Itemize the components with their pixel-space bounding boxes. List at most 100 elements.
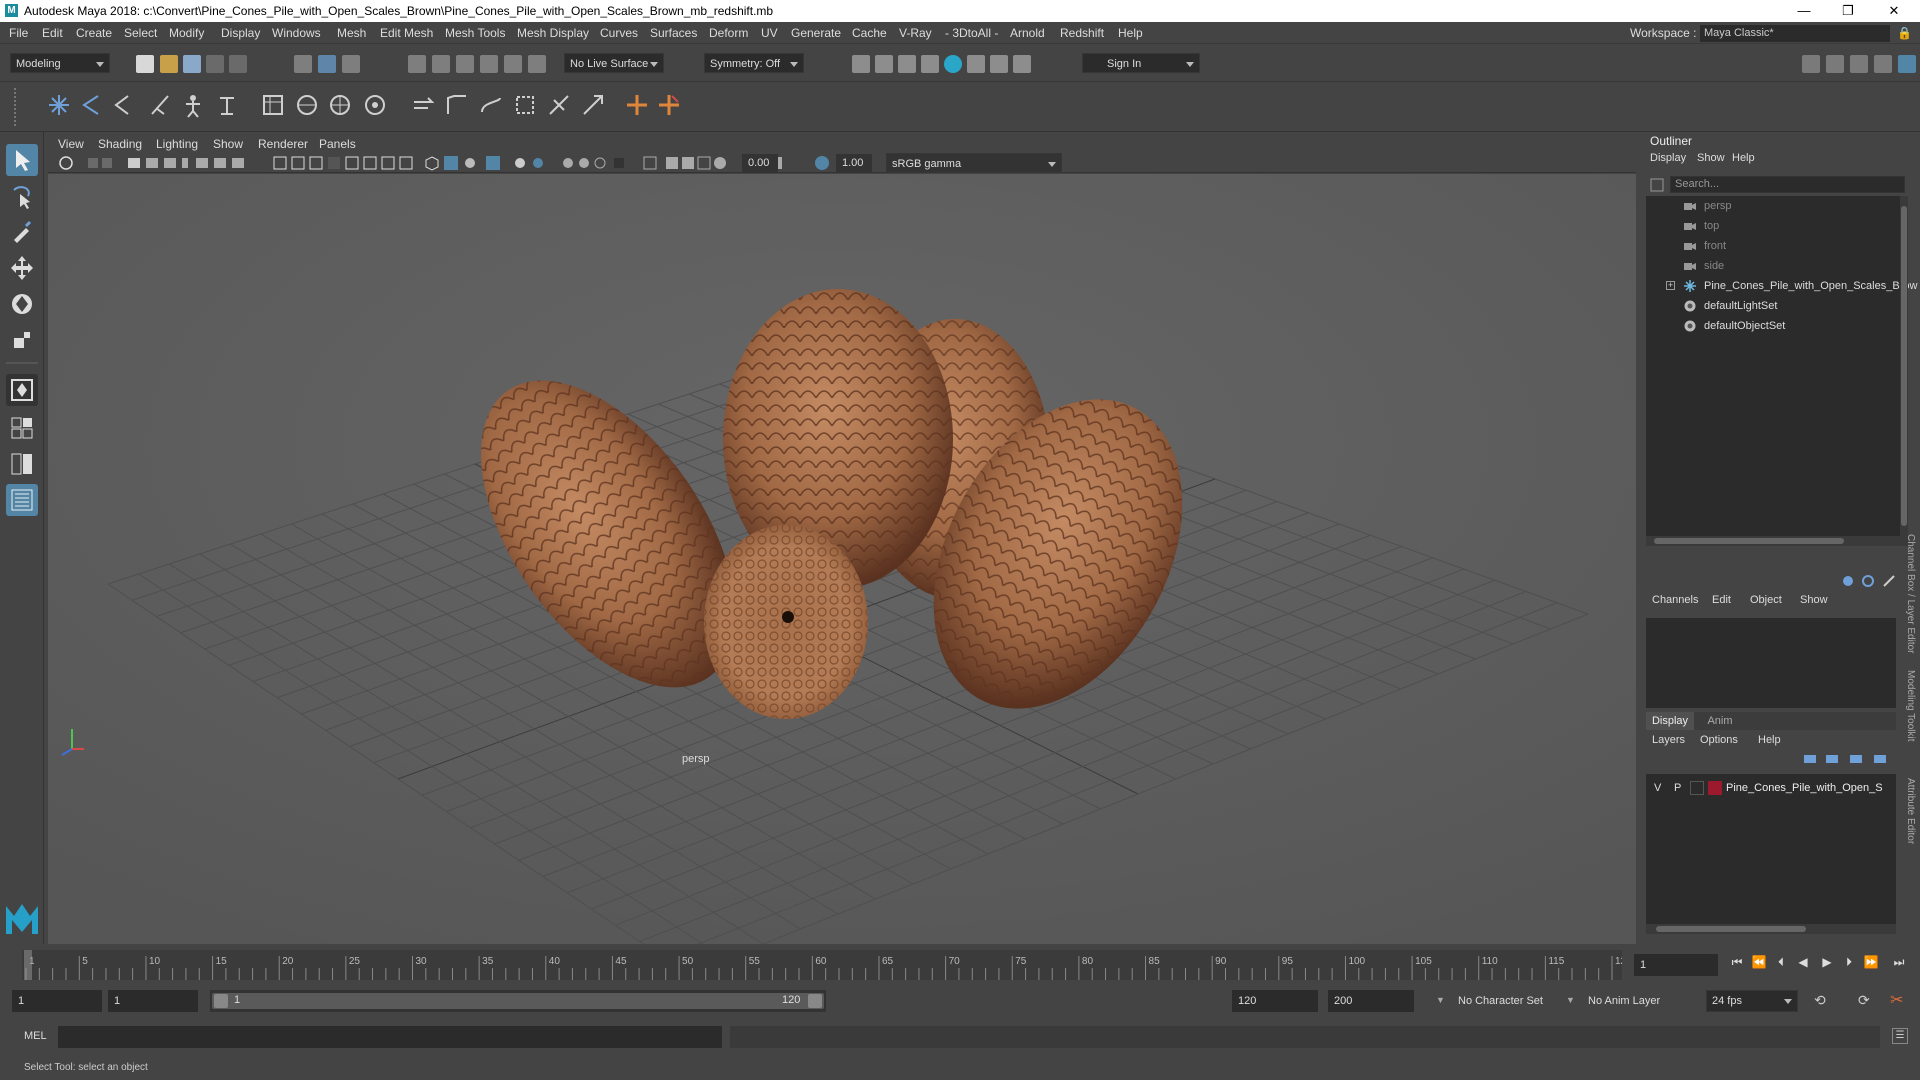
menu-create[interactable]: Create — [76, 26, 112, 40]
side-tab-modeling-toolkit[interactable]: Modeling Toolkit — [1905, 670, 1916, 742]
four-view-layout-icon[interactable] — [6, 412, 38, 444]
layer-menu-help[interactable]: Help — [1758, 734, 1781, 746]
channel-box-icon[interactable] — [1898, 55, 1916, 73]
ipr-render-icon[interactable] — [898, 55, 916, 73]
combine-icon[interactable] — [510, 90, 540, 120]
undo-icon[interactable] — [206, 55, 224, 73]
play-forward-icon[interactable]: ▶ — [1818, 954, 1836, 970]
outliner-menu-show[interactable]: Show — [1697, 152, 1725, 164]
layer-tool-icons[interactable] — [1800, 752, 1896, 766]
scrollbar-thumb[interactable] — [1654, 538, 1844, 544]
outliner-item-default-light-set[interactable]: defaultLightSet — [1646, 296, 1908, 316]
fps-dropdown[interactable]: 24 fps — [1706, 990, 1798, 1012]
outliner-vertical-scrollbar[interactable] — [1900, 196, 1908, 536]
menu-cache[interactable]: Cache — [852, 26, 887, 40]
current-time-indicator[interactable] — [24, 950, 32, 980]
pencil-curve-icon[interactable] — [106, 90, 136, 120]
live-surface-field[interactable]: No Live Surface — [564, 53, 664, 73]
tool-settings-icon[interactable] — [1874, 55, 1892, 73]
range-end-handle[interactable] — [808, 994, 822, 1008]
scrollbar-thumb[interactable] — [1656, 926, 1806, 932]
tab-anim[interactable]: Anim — [1698, 712, 1742, 730]
go-to-start-icon[interactable]: ⏮ — [1728, 954, 1746, 970]
anim-layer-dropdown-icon[interactable]: ▼ — [1566, 995, 1576, 1005]
step-back-frame-icon[interactable]: ⏴ — [1772, 954, 1790, 970]
layer-visibility-toggle[interactable]: V — [1654, 782, 1661, 794]
menu-edit-mesh[interactable]: Edit Mesh — [380, 26, 433, 40]
uv-editor-icon[interactable] — [622, 90, 652, 120]
workspace-dropdown[interactable]: Maya Classic* — [1700, 25, 1890, 42]
menuset-dropdown[interactable]: Modeling — [10, 53, 110, 73]
hypershade-icon[interactable] — [944, 55, 962, 73]
symmetry-dropdown[interactable]: Symmetry: Off — [704, 53, 804, 73]
tab-display[interactable]: Display — [1646, 712, 1694, 730]
side-tab-attribute-editor[interactable]: Attribute Editor — [1905, 778, 1916, 844]
menu-deform[interactable]: Deform — [709, 26, 748, 40]
menu-uv[interactable]: UV — [761, 26, 778, 40]
menu-3dtoall[interactable]: - 3DtoAll - — [945, 26, 998, 40]
redshift-options-icon[interactable] — [990, 55, 1008, 73]
command-language-label[interactable]: MEL — [24, 1030, 47, 1042]
layer-color-swatch[interactable] — [1708, 781, 1722, 795]
new-scene-icon[interactable] — [136, 55, 154, 73]
rotate-tool-icon[interactable] — [6, 288, 38, 320]
playback-end-field[interactable]: 120 — [1232, 990, 1318, 1012]
layer-horizontal-scrollbar[interactable] — [1646, 924, 1896, 934]
outliner-menu-help[interactable]: Help — [1732, 152, 1755, 164]
outliner-search-input[interactable]: Search... — [1670, 176, 1905, 193]
menu-edit[interactable]: Edit — [42, 26, 63, 40]
range-slider-track[interactable]: 1 120 — [210, 990, 826, 1012]
viewport-menu-lighting[interactable]: Lighting — [156, 137, 198, 151]
render-view-icon[interactable] — [852, 55, 870, 73]
viewport-menu-panels[interactable]: Panels — [319, 137, 356, 151]
gamma-field[interactable]: 1.00 — [836, 154, 872, 172]
quick-rig-icon[interactable] — [178, 90, 208, 120]
animation-end-field[interactable]: 200 — [1328, 990, 1414, 1012]
polygon-torus-icon[interactable] — [325, 90, 355, 120]
step-forward-frame-icon[interactable]: ⏵ — [1840, 954, 1858, 970]
extrude-icon[interactable] — [408, 90, 438, 120]
outliner-item-default-object-set[interactable]: defaultObjectSet — [1646, 316, 1908, 336]
layer-name[interactable]: Pine_Cones_Pile_with_Open_S — [1726, 782, 1883, 794]
snap-view-icon[interactable] — [480, 55, 498, 73]
move-tool-icon[interactable] — [6, 252, 38, 284]
time-slider-track[interactable]: 1510152025303540455055606570758085909510… — [22, 950, 1622, 980]
range-slider-bar[interactable]: 1 120 — [212, 993, 824, 1009]
outliner-menu-display[interactable]: Display — [1650, 152, 1686, 164]
render-frame-icon[interactable] — [875, 55, 893, 73]
paint-select-icon[interactable] — [6, 216, 38, 248]
character-set-field[interactable]: No Character Set — [1452, 990, 1558, 1012]
expand-icon[interactable]: + — [1666, 281, 1675, 290]
auto-key-icon[interactable]: ⟳ — [1858, 992, 1870, 1009]
step-back-key-icon[interactable]: ⏪ — [1750, 954, 1768, 970]
snap-grid-icon[interactable] — [408, 55, 426, 73]
redo-icon[interactable] — [229, 55, 247, 73]
outliner-item-top[interactable]: top — [1646, 216, 1908, 236]
menu-mesh[interactable]: Mesh — [337, 26, 366, 40]
viewport-menu-view[interactable]: View — [58, 137, 84, 151]
layer-menu-options[interactable]: Options — [1700, 734, 1738, 746]
uv-cut-icon[interactable] — [654, 90, 684, 120]
outliner-item-side[interactable]: side — [1646, 256, 1908, 276]
lasso-tool-icon[interactable] — [6, 180, 38, 212]
render-settings-icon[interactable] — [921, 55, 939, 73]
save-scene-icon[interactable] — [183, 55, 201, 73]
single-view-layout-icon[interactable] — [6, 374, 38, 406]
select-tool-icon[interactable] — [6, 144, 38, 176]
channel-menu-edit[interactable]: Edit — [1712, 594, 1731, 606]
viewport-persp[interactable]: persp — [48, 174, 1636, 944]
script-editor-icon[interactable]: ☰ — [1892, 1028, 1908, 1044]
animation-start-field[interactable]: 1 — [12, 990, 102, 1012]
layer-row[interactable]: V P Pine_Cones_Pile_with_Open_S — [1646, 778, 1896, 798]
viewport-menu-shading[interactable]: Shading — [98, 137, 142, 151]
go-to-end-icon[interactable]: ⏭ — [1890, 954, 1908, 970]
exposure-field[interactable]: 0.00 — [742, 154, 778, 172]
animation-prefs-icon[interactable]: ✂ — [1890, 990, 1903, 1010]
select-object-icon[interactable] — [318, 55, 336, 73]
menu-select[interactable]: Select — [124, 26, 157, 40]
anim-layer-field[interactable]: No Anim Layer — [1582, 990, 1682, 1012]
menu-mesh-tools[interactable]: Mesh Tools — [445, 26, 505, 40]
character-set-dropdown-icon[interactable]: ▼ — [1436, 995, 1446, 1005]
channel-menu-channels[interactable]: Channels — [1652, 594, 1698, 606]
menu-help[interactable]: Help — [1118, 26, 1143, 40]
